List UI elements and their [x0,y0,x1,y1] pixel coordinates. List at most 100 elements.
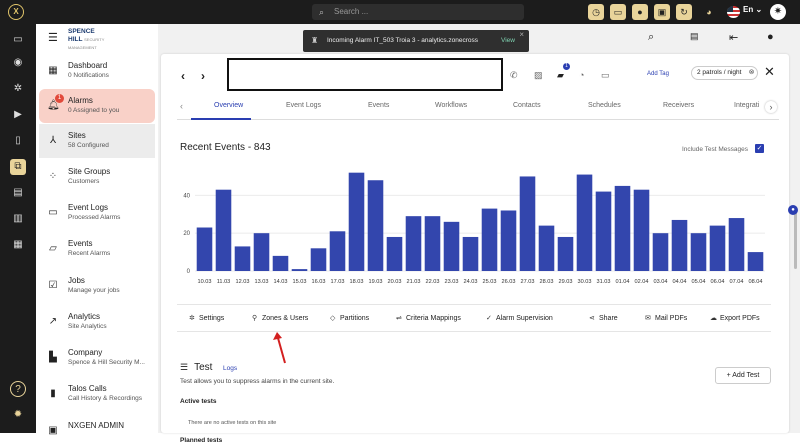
alarm-supervision-action[interactable]: ✓ Alarm Supervision [486,314,553,322]
phone-icon[interactable]: ✆ [510,70,518,81]
sidebar-item-event-logs[interactable]: ▭ Event Logs Processed Alarms [39,196,155,230]
toast-close-icon[interactable]: × [519,24,524,46]
timer-icon[interactable]: ◔ [579,70,584,80]
x-tick-label: 27.03 [521,279,535,285]
tab-event-logs[interactable]: Event Logs [286,102,321,109]
collapse-icon[interactable]: ⇤ [729,31,738,44]
criteria-mappings-action[interactable]: ⇌ Criteria Mappings [396,314,461,322]
add-test-button[interactable]: + Add Test [715,367,771,384]
annotation-arrow [273,332,286,364]
x-tick-label: 14.03 [274,279,288,285]
note-icon[interactable]: ▨ [534,70,543,81]
site-panel: ‹ › ✆ ▨ ▰ 1 ◔ ▭ Add Tag 2 patrols / nigh… [161,54,789,444]
action-label: Criteria Mappings [406,315,461,322]
rail-monitor-icon[interactable]: ▭ [10,32,26,48]
chat-bubble-icon[interactable]: ● [788,205,798,215]
sidebar-item-sites[interactable]: ⅄ Sites 58 Configured [39,124,155,158]
x-tick-label: 03.04 [654,279,668,285]
x-tick-label: 22.03 [426,279,440,285]
monitor-icon[interactable]: ▭ [610,4,626,20]
x-tick-label: 21.03 [407,279,421,285]
incoming-alarm-toast[interactable]: ♜ Incoming Alarm IT_503 Troia 3 - analyt… [303,30,529,52]
rail-eye-icon[interactable]: ◉ [10,55,26,71]
rail-device-icon[interactable]: ▯ [10,133,26,149]
x-tick-label: 04.04 [673,279,687,285]
sidebar-item-company[interactable]: ▙ Company Spence & Hill Security M... [39,341,155,375]
theme-toggle-icon[interactable]: ✷ [770,4,786,20]
x-tick-label: 25.03 [483,279,497,285]
hamburger-menu-icon[interactable]: ☰ [48,31,58,44]
us-flag-icon[interactable] [727,6,740,18]
folder-icon[interactable]: ▭ [601,70,610,81]
person-icon[interactable]: ● [632,4,648,20]
toast-view-button[interactable]: View [501,30,515,52]
sidebar-item-dashboard[interactable]: ▦ Dashboard 0 Notifications [39,54,155,88]
tab-workflows[interactable]: Workflows [435,102,467,109]
test-logs-link[interactable]: Logs [223,365,237,372]
settings-gear-icon[interactable]: ✹ [10,407,26,423]
action-label: Partitions [340,315,370,322]
remove-chip-icon[interactable]: ⊗ [749,67,755,79]
tab-schedules[interactable]: Schedules [588,102,621,109]
sidebar-item-subtitle: Site Analytics [68,323,107,330]
analytics-icon: ↗ [48,316,58,327]
export-pdfs-action[interactable]: ☁ Export PDFs [710,314,760,322]
rail-gear-icon[interactable]: ✲ [10,81,26,97]
y-tick-label: 20 [183,231,190,237]
patrol-chip[interactable]: 2 patrols / night ⊗ [691,66,759,80]
next-site-chevron-icon[interactable]: › [201,69,205,83]
patrol-chip-label: 2 patrols / night [697,69,742,76]
action-label: Share [599,315,618,322]
include-test-checkbox[interactable]: ✓ [755,144,764,153]
rail-book-icon[interactable]: ▥ [10,211,26,227]
share-action[interactable]: ⋖ Share [589,314,618,322]
tab-next-chevron-icon[interactable]: › [765,101,777,113]
tab-overview[interactable]: Overview [214,102,243,109]
chart-bar [329,231,346,271]
sidebar-item-nxgen-admin[interactable]: ▣ NXGEN ADMIN [39,414,155,448]
tab-integrations[interactable]: Integrati [734,102,759,109]
rail-clipboard-icon[interactable]: ▦ [10,237,26,253]
scrollbar[interactable] [794,209,797,269]
settings-action[interactable]: ✲ Settings [189,314,224,322]
gear-icon: ✲ [189,315,195,322]
clock-icon[interactable]: ◷ [588,4,604,20]
prev-site-chevron-icon[interactable]: ‹ [181,69,185,83]
rail-map-icon[interactable]: ▤ [10,185,26,201]
folder-icon: ▭ [48,207,58,218]
add-tag-link[interactable]: Add Tag [647,71,669,77]
tab-events[interactable]: Events [368,102,389,109]
chart-bar [500,210,517,271]
rail-camera-icon[interactable]: ▶ [10,107,26,123]
rail-sites-icon[interactable]: ⧉ [10,159,26,175]
x-tick-label: 11.03 [217,279,231,285]
sites-icon: ⅄ [49,135,57,146]
app-logo[interactable]: X [8,4,24,20]
x-tick-label: 13.03 [255,279,269,285]
keyboard-icon[interactable]: ▤ [690,31,699,42]
sidebar-item-title: Alarms [68,96,93,105]
account-icon[interactable]: ● [767,31,774,43]
search-icon[interactable]: ⌕ [648,31,654,44]
mail-pdfs-action[interactable]: ✉ Mail PDFs [645,314,687,322]
partitions-action[interactable]: ◇ Partitions [330,314,369,322]
sidebar-item-site-groups[interactable]: ⁘ Site Groups Customers [39,160,155,194]
lock-icon[interactable]: ▣ [654,4,670,20]
message-icon[interactable]: ▰ [557,70,564,81]
tab-receivers[interactable]: Receivers [663,102,694,109]
sidebar-item-alarms[interactable]: 🔔︎ 1 Alarms 0 Assigned to you [39,89,155,123]
sidebar-item-talos-calls[interactable]: ▮ Talos Calls Call History & Recordings [39,377,155,411]
mask-icon[interactable]: ◕ [701,4,717,20]
tab-prev-chevron-icon[interactable]: ‹ [180,101,183,111]
help-icon[interactable]: ? [10,381,26,397]
close-icon[interactable]: ✕ [764,64,775,80]
zones-users-action[interactable]: ⚲ Zones & Users [252,314,308,322]
sidebar-item-events[interactable]: ▱ Events Recent Alarms [39,232,155,266]
search-input[interactable]: ⌕ Search ... [312,4,524,20]
chart-bar [671,219,688,271]
language-select[interactable]: En ⌄ [743,5,762,14]
sidebar-item-jobs[interactable]: ☑ Jobs Manage your jobs [39,269,155,303]
sidebar-item-analytics[interactable]: ↗ Analytics Site Analytics [39,305,155,339]
tab-contacts[interactable]: Contacts [513,102,541,109]
refresh-icon[interactable]: ↻ [676,4,692,20]
